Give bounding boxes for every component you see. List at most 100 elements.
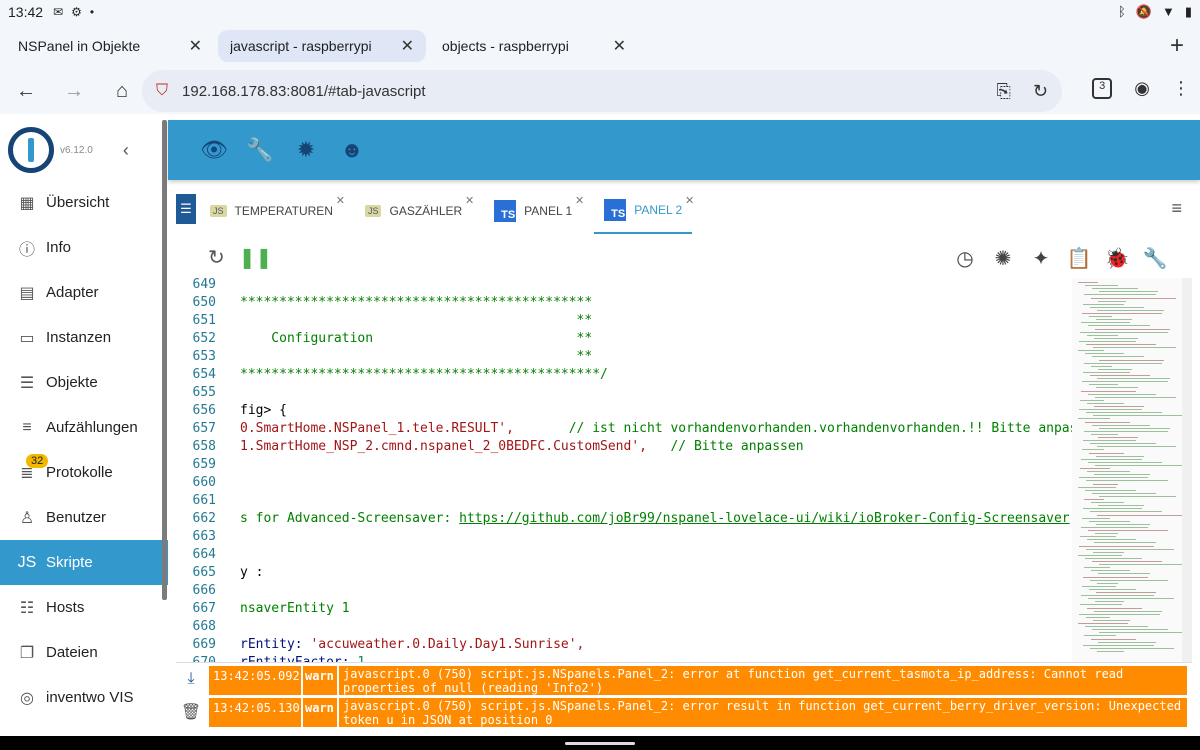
reload-icon[interactable]: ↻ xyxy=(1033,81,1048,102)
install-app-icon[interactable]: ⎘ xyxy=(997,81,1011,102)
code-line[interactable]: 650 *************************************… xyxy=(176,294,1072,312)
more-menu-icon[interactable]: ⋮ xyxy=(1172,78,1190,99)
code-line[interactable]: 670 rEntityFactor: 1 xyxy=(176,654,1072,662)
code-line[interactable]: 660 xyxy=(176,474,1072,492)
code-line[interactable]: 666 xyxy=(176,582,1072,600)
sidebar-item-dateien[interactable]: ❐ Dateien xyxy=(0,630,168,675)
security-warning-icon[interactable]: ⛉ xyxy=(156,82,168,100)
clipboard-icon[interactable]: 📋 xyxy=(1066,246,1092,271)
line-number: 660 xyxy=(192,475,216,490)
code-line[interactable]: 664 xyxy=(176,546,1072,564)
code-line[interactable]: 654 *************************************… xyxy=(176,366,1072,384)
code-line[interactable]: 661 xyxy=(176,492,1072,510)
code-line[interactable]: 656 fig> { xyxy=(176,402,1072,420)
code-line[interactable]: 659 xyxy=(176,456,1072,474)
forward-button[interactable]: → xyxy=(52,80,96,103)
sidebar-item-uebersicht[interactable]: ▦ Übersicht xyxy=(0,180,168,225)
editor-scrollbar[interactable] xyxy=(1182,278,1192,662)
sidebar-item-objekte[interactable]: ☰ Objekte xyxy=(0,360,168,405)
close-icon[interactable]: ✕ xyxy=(613,36,626,56)
account-icon[interactable]: ◉ xyxy=(1134,78,1150,99)
sidebar-item-protokolle[interactable]: ≣ Protokolle 32 xyxy=(0,450,168,495)
tab-temperaturen[interactable]: JS TEMPERATUREN ✕ xyxy=(200,188,345,234)
code-line[interactable]: 669 rEntity: 'accuweather.0.Daily.Day1.Su… xyxy=(176,636,1072,654)
sidebar-scrollbar[interactable] xyxy=(162,120,167,600)
sidebar-item-label: inventwo VIS xyxy=(46,689,134,706)
sparkle-icon[interactable]: ✦ xyxy=(1028,246,1054,271)
minimap-line xyxy=(1079,340,1136,342)
close-icon[interactable]: ✕ xyxy=(401,36,414,56)
code-line[interactable]: 668 xyxy=(176,618,1072,636)
code-line[interactable]: 658 1.SmartHome_NSP_2.cmnd.nspanel_2_0BED… xyxy=(176,438,1072,456)
minimap-line xyxy=(1085,353,1124,355)
home-button[interactable]: ⌂ xyxy=(100,80,144,103)
close-icon[interactable]: ✕ xyxy=(336,194,345,207)
code-line[interactable]: 662 s for Advanced-Screensaver: https://g… xyxy=(176,510,1072,528)
close-icon[interactable]: ✕ xyxy=(189,36,202,56)
line-number: 668 xyxy=(192,619,216,634)
instances-icon: ▭ xyxy=(19,329,35,347)
close-icon[interactable]: ✕ xyxy=(685,194,694,207)
code-line[interactable]: 665 y : xyxy=(176,564,1072,582)
eye-icon[interactable]: 👁 xyxy=(200,137,228,162)
gesture-handle[interactable] xyxy=(565,742,635,745)
sidebar-item-inventwo-vis[interactable]: ◎ inventwo VIS xyxy=(0,675,168,720)
code-line[interactable]: 652 Configuration ** xyxy=(176,330,1072,348)
brightness-icon[interactable]: ✹ xyxy=(294,137,318,162)
close-icon[interactable]: ✕ xyxy=(465,194,474,207)
code-line[interactable]: 655 xyxy=(176,384,1072,402)
code-line[interactable]: 663 xyxy=(176,528,1072,546)
minimap-line xyxy=(1098,368,1132,370)
minimap-line xyxy=(1084,362,1162,364)
url-text[interactable]: 192.168.178.83:8081/#tab-javascript xyxy=(182,83,974,100)
browser-tab-active[interactable]: javascript - raspberrypi ✕ xyxy=(218,30,426,62)
wrench-icon[interactable]: 🔧 xyxy=(1142,246,1168,271)
iobroker-logo[interactable] xyxy=(8,127,54,173)
delete-icon[interactable]: 🗑 xyxy=(181,702,201,722)
tabs-menu-icon[interactable]: ≡ xyxy=(1171,198,1182,219)
code-line[interactable]: 651 ** xyxy=(176,312,1072,330)
sidebar-item-info[interactable]: ⓘ Info xyxy=(0,225,168,270)
ts-file-icon: TS xyxy=(604,199,627,221)
code-line[interactable]: 657 0.SmartHome.NSPanel_1.tele.RESULT', /… xyxy=(176,420,1072,438)
code-minimap[interactable] xyxy=(1072,278,1182,662)
omnibox[interactable]: ⛉ 192.168.178.83:8081/#tab-javascript ⎘ … xyxy=(142,70,1062,112)
sidebar-item-instanzen[interactable]: ▭ Instanzen xyxy=(0,315,168,360)
sidebar-item-hosts[interactable]: ☷ Hosts xyxy=(0,585,168,630)
log-row: 13:42:05.130 warn javascript.0 (750) scr… xyxy=(208,697,1188,728)
minimap-line xyxy=(1097,446,1176,448)
chatgpt-icon[interactable]: ✺ xyxy=(990,246,1016,271)
script-list-toggle[interactable]: ☰ xyxy=(176,194,196,224)
new-tab-button[interactable]: + xyxy=(1170,32,1184,60)
minimap-line xyxy=(1090,511,1162,513)
code-line[interactable]: 653 ** xyxy=(176,348,1072,366)
sidebar-item-aufzaehlungen[interactable]: ≡ Aufzählungen xyxy=(0,405,168,450)
expert-mode-icon[interactable]: ☻ xyxy=(340,137,364,162)
sidebar-item-adapter[interactable]: ▤ Adapter xyxy=(0,270,168,315)
tab-panel-2[interactable]: TS PANEL 2 ✕ xyxy=(594,188,694,234)
clock-icon[interactable]: ◷ xyxy=(952,246,978,271)
code-line[interactable]: 649 xyxy=(176,278,1072,294)
close-icon[interactable]: ✕ xyxy=(575,194,584,207)
browser-tab[interactable]: NSPanel in Objekte ✕ xyxy=(6,30,214,62)
code-line[interactable]: 667 nsaverEntity 1 xyxy=(176,600,1072,618)
collapse-sidebar-icon[interactable]: ‹ xyxy=(123,140,129,161)
code-editor[interactable]: 649 650 **********************************… xyxy=(176,278,1072,662)
minimap-line xyxy=(1094,474,1150,476)
tab-switcher-button[interactable]: 3 xyxy=(1092,78,1113,99)
browser-tab[interactable]: objects - raspberrypi ✕ xyxy=(430,30,638,62)
wrench-icon[interactable]: 🔧 xyxy=(246,137,273,162)
bluetooth-icon: ᛒ xyxy=(1117,4,1126,19)
sidebar-item-skripte[interactable]: JS Skripte xyxy=(0,540,168,585)
tab-gaszaehler[interactable]: JS GASZÄHLER ✕ xyxy=(355,188,474,234)
download-icon[interactable]: ⤓ xyxy=(187,670,194,688)
restart-icon[interactable]: ↻ xyxy=(208,245,225,270)
back-button[interactable]: ← xyxy=(4,80,48,103)
sidebar-item-benutzer[interactable]: ♙ Benutzer xyxy=(0,495,168,540)
minimap-line xyxy=(1090,579,1168,581)
tab-panel-1[interactable]: TS PANEL 1 ✕ xyxy=(484,188,584,234)
pause-icon[interactable]: ❚❚ xyxy=(239,245,273,270)
debug-icon[interactable]: 🐞 xyxy=(1104,246,1130,271)
minimap-line xyxy=(1081,526,1148,528)
minimap-line xyxy=(1078,282,1098,283)
